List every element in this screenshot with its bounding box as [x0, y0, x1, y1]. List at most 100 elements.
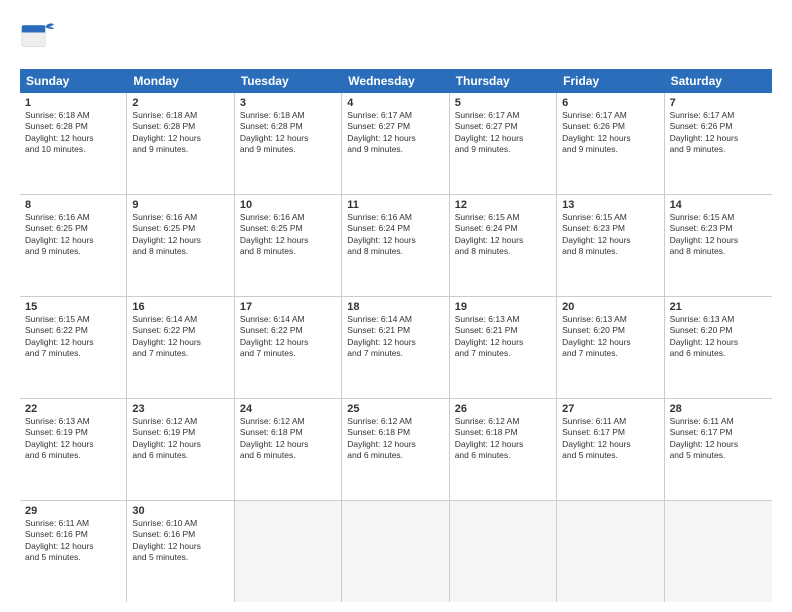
- day-info: Sunrise: 6:11 AMSunset: 6:17 PMDaylight:…: [670, 416, 767, 462]
- calendar-day-13: 13Sunrise: 6:15 AMSunset: 6:23 PMDayligh…: [557, 195, 664, 296]
- calendar-week-3: 15Sunrise: 6:15 AMSunset: 6:22 PMDayligh…: [20, 297, 772, 399]
- day-info: Sunrise: 6:16 AMSunset: 6:25 PMDaylight:…: [25, 212, 121, 258]
- day-number: 1: [25, 97, 121, 109]
- day-number: 6: [562, 97, 658, 109]
- day-number: 26: [455, 403, 551, 415]
- day-info: Sunrise: 6:13 AMSunset: 6:19 PMDaylight:…: [25, 416, 121, 462]
- calendar-day-21: 21Sunrise: 6:13 AMSunset: 6:20 PMDayligh…: [665, 297, 772, 398]
- calendar-day-9: 9Sunrise: 6:16 AMSunset: 6:25 PMDaylight…: [127, 195, 234, 296]
- calendar-day-19: 19Sunrise: 6:13 AMSunset: 6:21 PMDayligh…: [450, 297, 557, 398]
- header-day-sunday: Sunday: [20, 69, 127, 93]
- day-number: 29: [25, 505, 121, 517]
- day-number: 5: [455, 97, 551, 109]
- day-number: 25: [347, 403, 443, 415]
- day-number: 27: [562, 403, 658, 415]
- header-day-monday: Monday: [127, 69, 234, 93]
- day-number: 28: [670, 403, 767, 415]
- calendar-week-1: 1Sunrise: 6:18 AMSunset: 6:28 PMDaylight…: [20, 93, 772, 195]
- calendar-week-4: 22Sunrise: 6:13 AMSunset: 6:19 PMDayligh…: [20, 399, 772, 501]
- day-info: Sunrise: 6:13 AMSunset: 6:21 PMDaylight:…: [455, 314, 551, 360]
- calendar: SundayMondayTuesdayWednesdayThursdayFrid…: [20, 69, 772, 602]
- day-info: Sunrise: 6:15 AMSunset: 6:23 PMDaylight:…: [562, 212, 658, 258]
- day-info: Sunrise: 6:17 AMSunset: 6:27 PMDaylight:…: [455, 110, 551, 156]
- calendar-day-1: 1Sunrise: 6:18 AMSunset: 6:28 PMDaylight…: [20, 93, 127, 194]
- day-number: 16: [132, 301, 228, 313]
- day-number: 3: [240, 97, 336, 109]
- day-number: 19: [455, 301, 551, 313]
- calendar-empty-cell: [557, 501, 664, 602]
- logo: [20, 18, 60, 59]
- day-number: 18: [347, 301, 443, 313]
- day-number: 9: [132, 199, 228, 211]
- day-info: Sunrise: 6:15 AMSunset: 6:22 PMDaylight:…: [25, 314, 121, 360]
- day-info: Sunrise: 6:12 AMSunset: 6:18 PMDaylight:…: [455, 416, 551, 462]
- header-day-thursday: Thursday: [450, 69, 557, 93]
- calendar-day-23: 23Sunrise: 6:12 AMSunset: 6:19 PMDayligh…: [127, 399, 234, 500]
- calendar-day-15: 15Sunrise: 6:15 AMSunset: 6:22 PMDayligh…: [20, 297, 127, 398]
- day-info: Sunrise: 6:14 AMSunset: 6:22 PMDaylight:…: [132, 314, 228, 360]
- calendar-day-3: 3Sunrise: 6:18 AMSunset: 6:28 PMDaylight…: [235, 93, 342, 194]
- day-info: Sunrise: 6:18 AMSunset: 6:28 PMDaylight:…: [25, 110, 121, 156]
- header-day-wednesday: Wednesday: [342, 69, 449, 93]
- day-info: Sunrise: 6:18 AMSunset: 6:28 PMDaylight:…: [132, 110, 228, 156]
- header-day-tuesday: Tuesday: [235, 69, 342, 93]
- day-number: 23: [132, 403, 228, 415]
- calendar-header: SundayMondayTuesdayWednesdayThursdayFrid…: [20, 69, 772, 93]
- calendar-day-25: 25Sunrise: 6:12 AMSunset: 6:18 PMDayligh…: [342, 399, 449, 500]
- day-number: 12: [455, 199, 551, 211]
- calendar-day-22: 22Sunrise: 6:13 AMSunset: 6:19 PMDayligh…: [20, 399, 127, 500]
- day-info: Sunrise: 6:17 AMSunset: 6:27 PMDaylight:…: [347, 110, 443, 156]
- day-info: Sunrise: 6:16 AMSunset: 6:25 PMDaylight:…: [132, 212, 228, 258]
- calendar-day-14: 14Sunrise: 6:15 AMSunset: 6:23 PMDayligh…: [665, 195, 772, 296]
- day-number: 17: [240, 301, 336, 313]
- calendar-empty-cell: [342, 501, 449, 602]
- day-number: 10: [240, 199, 336, 211]
- day-info: Sunrise: 6:12 AMSunset: 6:18 PMDaylight:…: [347, 416, 443, 462]
- calendar-empty-cell: [235, 501, 342, 602]
- calendar-day-28: 28Sunrise: 6:11 AMSunset: 6:17 PMDayligh…: [665, 399, 772, 500]
- calendar-empty-cell: [665, 501, 772, 602]
- calendar-week-2: 8Sunrise: 6:16 AMSunset: 6:25 PMDaylight…: [20, 195, 772, 297]
- calendar-body: 1Sunrise: 6:18 AMSunset: 6:28 PMDaylight…: [20, 93, 772, 602]
- day-info: Sunrise: 6:14 AMSunset: 6:22 PMDaylight:…: [240, 314, 336, 360]
- day-info: Sunrise: 6:11 AMSunset: 6:16 PMDaylight:…: [25, 518, 121, 564]
- day-number: 21: [670, 301, 767, 313]
- day-number: 8: [25, 199, 121, 211]
- calendar-day-27: 27Sunrise: 6:11 AMSunset: 6:17 PMDayligh…: [557, 399, 664, 500]
- day-info: Sunrise: 6:13 AMSunset: 6:20 PMDaylight:…: [562, 314, 658, 360]
- header-day-saturday: Saturday: [665, 69, 772, 93]
- day-number: 15: [25, 301, 121, 313]
- calendar-day-5: 5Sunrise: 6:17 AMSunset: 6:27 PMDaylight…: [450, 93, 557, 194]
- day-info: Sunrise: 6:15 AMSunset: 6:24 PMDaylight:…: [455, 212, 551, 258]
- header: [20, 18, 772, 59]
- calendar-day-11: 11Sunrise: 6:16 AMSunset: 6:24 PMDayligh…: [342, 195, 449, 296]
- day-number: 7: [670, 97, 767, 109]
- day-info: Sunrise: 6:18 AMSunset: 6:28 PMDaylight:…: [240, 110, 336, 156]
- calendar-day-2: 2Sunrise: 6:18 AMSunset: 6:28 PMDaylight…: [127, 93, 234, 194]
- calendar-day-16: 16Sunrise: 6:14 AMSunset: 6:22 PMDayligh…: [127, 297, 234, 398]
- day-number: 20: [562, 301, 658, 313]
- day-number: 4: [347, 97, 443, 109]
- calendar-day-12: 12Sunrise: 6:15 AMSunset: 6:24 PMDayligh…: [450, 195, 557, 296]
- calendar-day-7: 7Sunrise: 6:17 AMSunset: 6:26 PMDaylight…: [665, 93, 772, 194]
- day-info: Sunrise: 6:17 AMSunset: 6:26 PMDaylight:…: [670, 110, 767, 156]
- day-info: Sunrise: 6:12 AMSunset: 6:19 PMDaylight:…: [132, 416, 228, 462]
- calendar-day-30: 30Sunrise: 6:10 AMSunset: 6:16 PMDayligh…: [127, 501, 234, 602]
- day-info: Sunrise: 6:14 AMSunset: 6:21 PMDaylight:…: [347, 314, 443, 360]
- day-info: Sunrise: 6:15 AMSunset: 6:23 PMDaylight:…: [670, 212, 767, 258]
- page: SundayMondayTuesdayWednesdayThursdayFrid…: [0, 0, 792, 612]
- day-info: Sunrise: 6:17 AMSunset: 6:26 PMDaylight:…: [562, 110, 658, 156]
- calendar-day-29: 29Sunrise: 6:11 AMSunset: 6:16 PMDayligh…: [20, 501, 127, 602]
- calendar-day-26: 26Sunrise: 6:12 AMSunset: 6:18 PMDayligh…: [450, 399, 557, 500]
- day-number: 2: [132, 97, 228, 109]
- calendar-day-6: 6Sunrise: 6:17 AMSunset: 6:26 PMDaylight…: [557, 93, 664, 194]
- calendar-day-10: 10Sunrise: 6:16 AMSunset: 6:25 PMDayligh…: [235, 195, 342, 296]
- logo-icon: [20, 18, 56, 59]
- day-info: Sunrise: 6:16 AMSunset: 6:24 PMDaylight:…: [347, 212, 443, 258]
- day-info: Sunrise: 6:11 AMSunset: 6:17 PMDaylight:…: [562, 416, 658, 462]
- header-day-friday: Friday: [557, 69, 664, 93]
- calendar-empty-cell: [450, 501, 557, 602]
- calendar-day-8: 8Sunrise: 6:16 AMSunset: 6:25 PMDaylight…: [20, 195, 127, 296]
- calendar-day-17: 17Sunrise: 6:14 AMSunset: 6:22 PMDayligh…: [235, 297, 342, 398]
- calendar-day-4: 4Sunrise: 6:17 AMSunset: 6:27 PMDaylight…: [342, 93, 449, 194]
